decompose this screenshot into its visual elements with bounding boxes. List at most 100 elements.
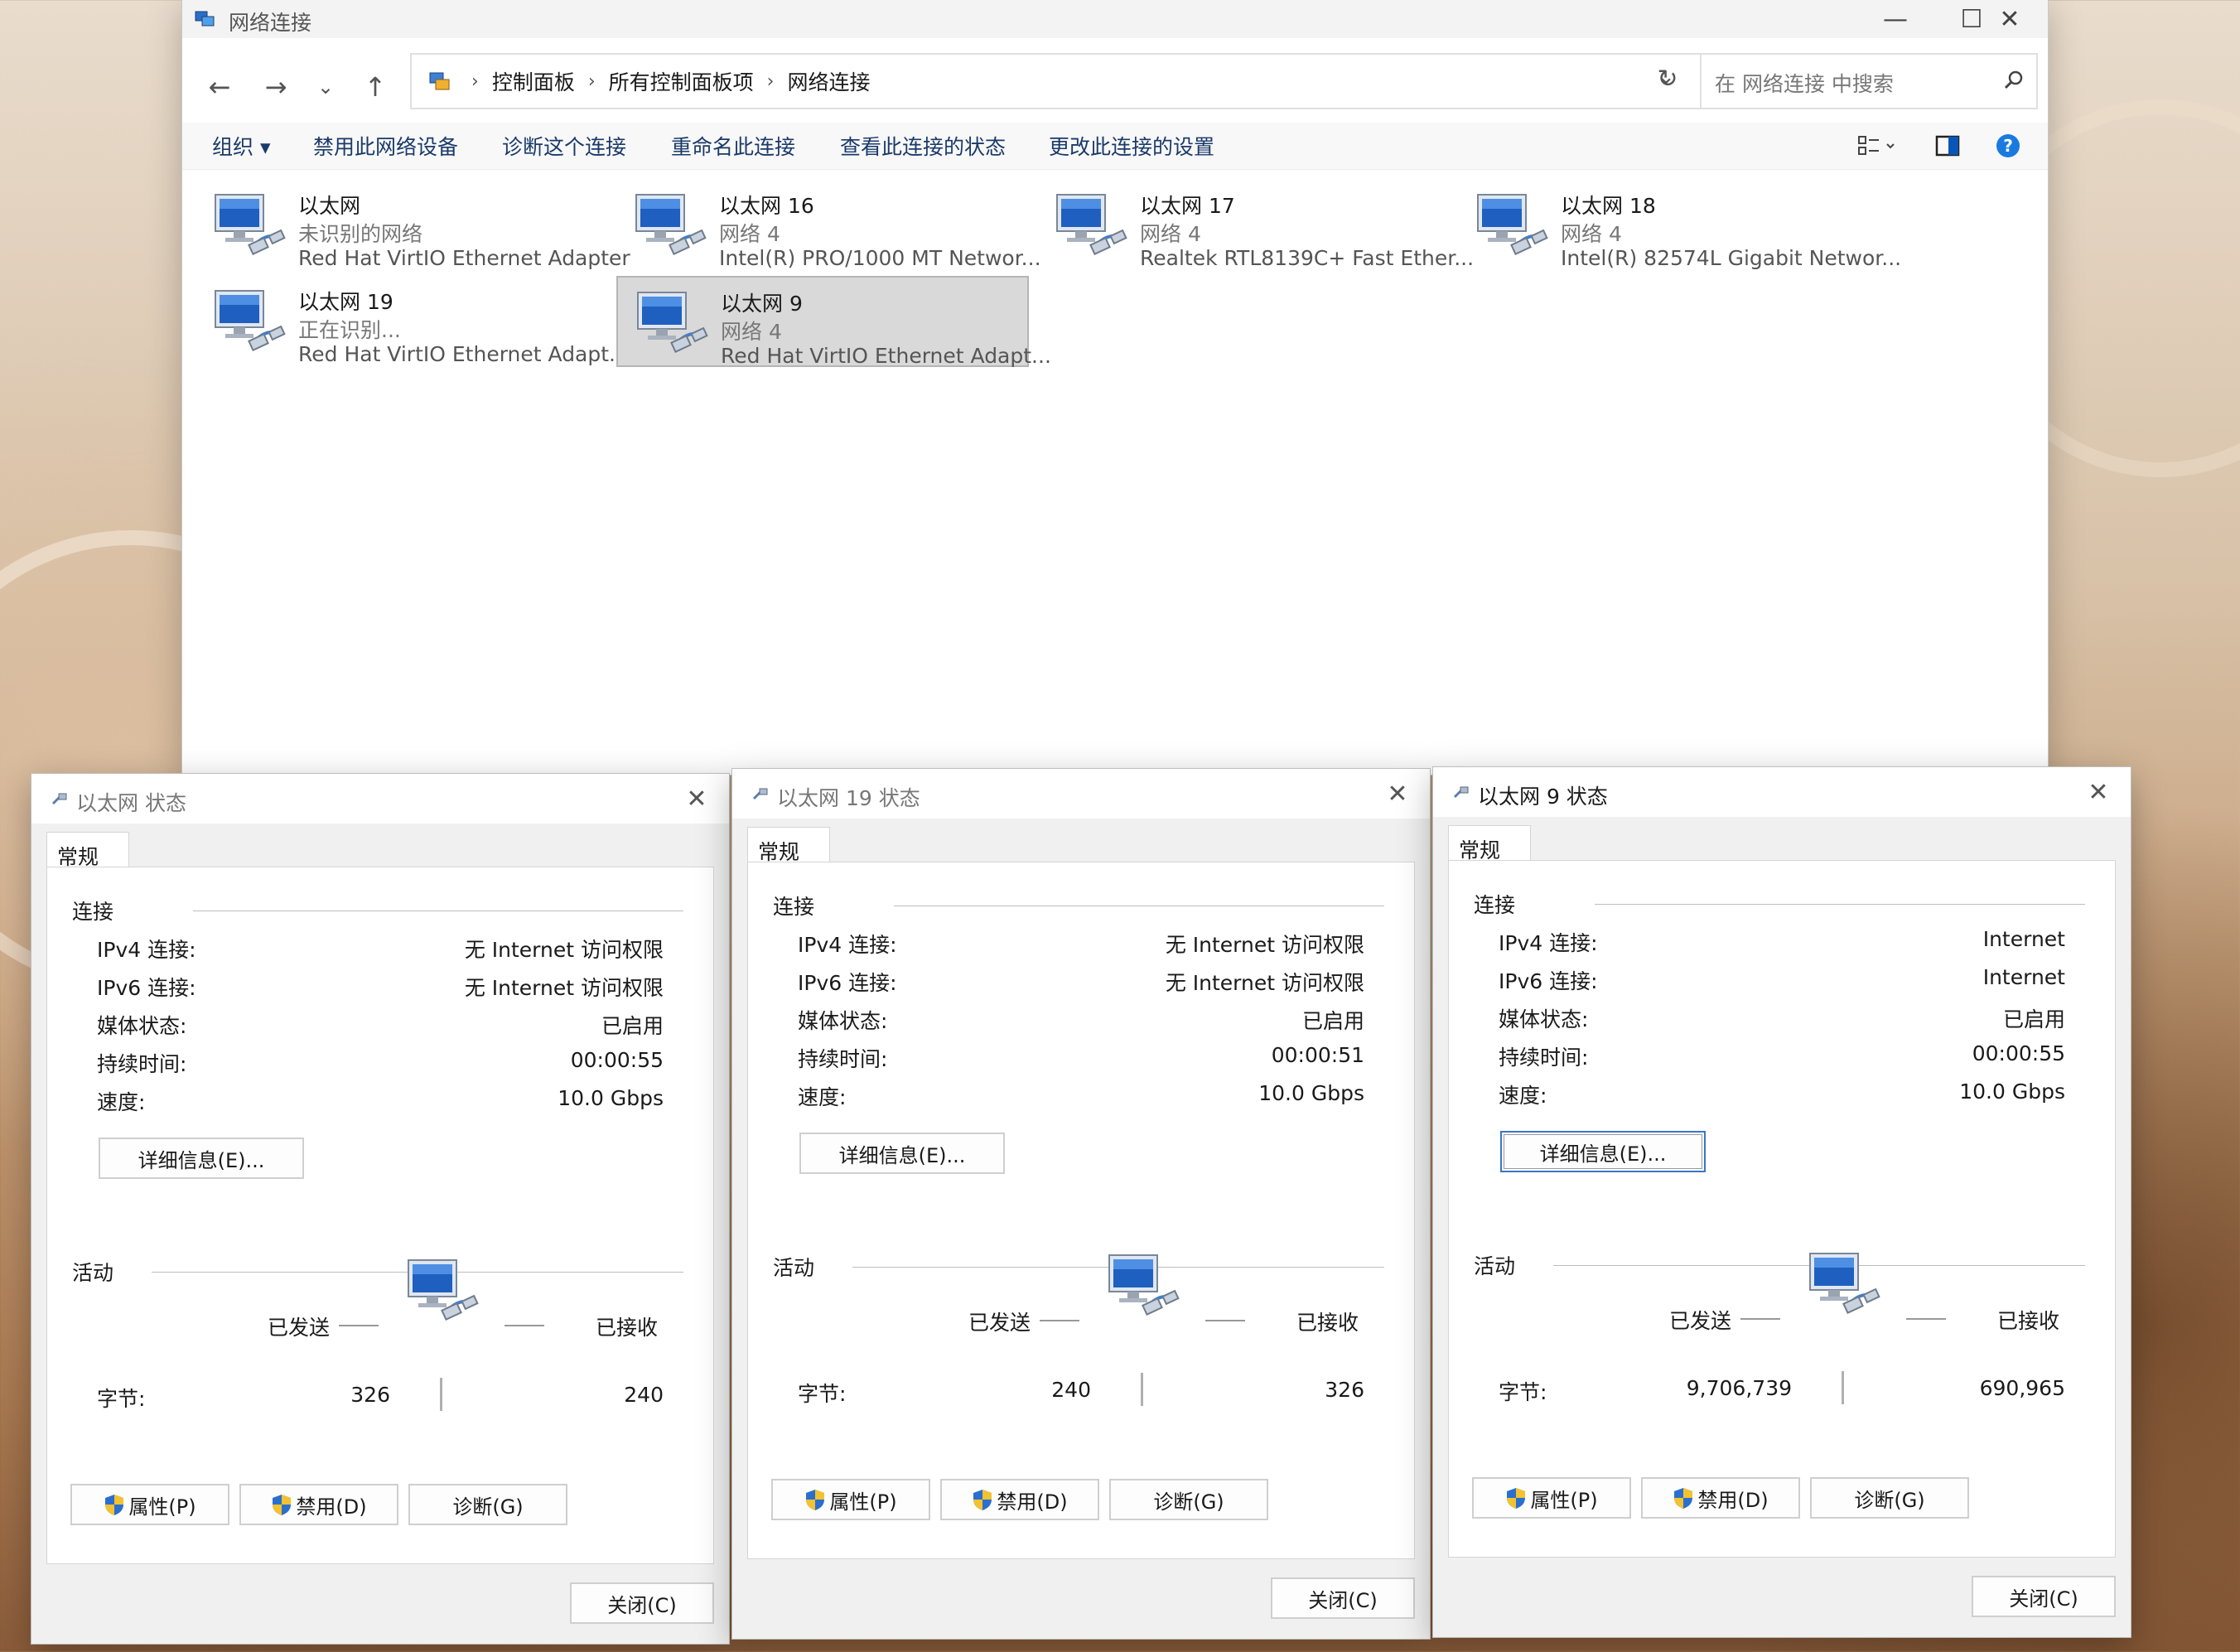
tab-general[interactable]: 常规 [747, 827, 830, 864]
connection-network: 网络 4 [1140, 222, 1201, 246]
search-placeholder: 在 网络连接 中搜索 [1715, 72, 1894, 96]
breadcrumb: › 控制面板 › 所有控制面板项 › 网络连接 [428, 55, 870, 108]
duration-row: 持续时间: 00:00:51 [798, 1043, 1364, 1071]
disable-button[interactable]: 禁用(D) [940, 1479, 1099, 1520]
connection-item[interactable]: 以太网 9 网络 4 Red Hat VirtIO Ethernet Adapt..… [616, 276, 1051, 368]
change-settings-command[interactable]: 更改此连接的设置 [1049, 131, 1214, 161]
address-bar[interactable]: › 控制面板 › 所有控制面板项 › 网络连接 ⌄ [410, 53, 1718, 109]
control-panel-icon [429, 72, 450, 90]
view-options-icon[interactable] [1857, 134, 1895, 157]
activity-group-label: 活动 [72, 1261, 114, 1285]
tab-bar: 常规 [1448, 825, 2116, 862]
details-button[interactable]: 详细信息(E)... [799, 1133, 1005, 1174]
disable-button[interactable]: 禁用(D) [1641, 1477, 1800, 1519]
tab-general[interactable]: 常规 [46, 832, 129, 869]
disable-label: 禁用(D) [997, 1490, 1068, 1514]
received-line [1205, 1320, 1245, 1321]
connection-item[interactable]: 以太网 16 网络 4 Intel(R) PRO/1000 MT Networ... [616, 180, 1041, 271]
speed-value: 10.0 Gbps [1258, 1081, 1364, 1105]
connection-adapter: Intel(R) 82574L Gigabit Networ... [1561, 246, 1902, 270]
breadcrumb-item[interactable]: 所有控制面板项 [609, 66, 754, 96]
back-button[interactable]: ← [199, 66, 240, 108]
connection-item[interactable]: 以太网 18 网络 4 Intel(R) 82574L Gigabit Networ… [1458, 180, 1901, 271]
diagnose-button[interactable]: 诊断(G) [1810, 1477, 1969, 1519]
preview-pane-icon[interactable] [1935, 134, 1960, 157]
media-state-label: 媒体状态: [1499, 1007, 1589, 1031]
network-adapter-icon [215, 194, 286, 255]
close-button[interactable]: ✕ [1972, 0, 2048, 38]
close-dialog-button[interactable]: 关闭(C) [570, 1582, 714, 1624]
dialog-title-bar: 以太网 19 状态 ✕ [732, 769, 1430, 819]
network-adapter-icon [215, 290, 286, 351]
status-dialog-ethernet-9: 以太网 9 状态 ✕ 常规 连接 IPv4 连接: Internet IPv6 … [1433, 767, 2131, 1637]
details-button[interactable]: 详细信息(E)... [99, 1138, 304, 1179]
media-state-row: 媒体状态: 已启用 [97, 1010, 664, 1038]
disable-label: 禁用(D) [1697, 1488, 1769, 1512]
uac-shield-icon [273, 1495, 292, 1515]
recent-chevron-icon[interactable]: ⌄ [305, 66, 346, 108]
breadcrumb-separator: › [766, 70, 775, 92]
bytes-divider [440, 1378, 442, 1411]
connection-name: 以太网 16 [719, 194, 814, 218]
speed-value: 10.0 Gbps [558, 1086, 664, 1110]
bytes-label: 字节: [1499, 1380, 1547, 1404]
properties-button[interactable]: 属性(P) [771, 1479, 930, 1520]
media-state-row: 媒体状态: 已启用 [1499, 1003, 2065, 1031]
connection-name: 以太网 9 [721, 292, 803, 316]
rename-command[interactable]: 重命名此连接 [671, 131, 795, 161]
duration-value: 00:00:51 [1271, 1043, 1364, 1067]
search-box[interactable]: 在 网络连接 中搜索 [1700, 53, 2038, 109]
up-button[interactable]: ↑ [355, 66, 396, 108]
tab-general[interactable]: 常规 [1448, 825, 1531, 862]
dialog-close-icon[interactable]: ✕ [1377, 775, 1418, 812]
disable-button[interactable]: 禁用(D) [239, 1484, 398, 1525]
minimize-button[interactable]: — [1857, 0, 1933, 38]
disable-device-command[interactable]: 禁用此网络设备 [313, 131, 458, 161]
received-label: 已接收 [1997, 1309, 2060, 1333]
breadcrumb-item[interactable]: 网络连接 [787, 66, 870, 96]
details-button[interactable]: 详细信息(E)... [1500, 1131, 1706, 1172]
help-icon[interactable]: ? [1995, 133, 2021, 159]
diagnose-button[interactable]: 诊断(G) [1109, 1479, 1268, 1520]
dialog-close-icon[interactable]: ✕ [676, 780, 717, 817]
diagnose-button[interactable]: 诊断(G) [408, 1484, 567, 1525]
connection-item[interactable]: 以太网 19 正在识别... Red Hat VirtIO Ethernet Ada… [196, 276, 629, 367]
refresh-button[interactable]: ↻ [1647, 58, 1688, 99]
network-connections-icon [195, 11, 215, 27]
activity-group-label: 活动 [1474, 1254, 1516, 1278]
ipv6-value: 无 Internet 访问权限 [1165, 971, 1364, 995]
speed-row: 速度: 10.0 Gbps [1499, 1080, 2065, 1108]
dialog-close-icon[interactable]: ✕ [2078, 774, 2119, 810]
ipv4-row: IPv4 连接: 无 Internet 访问权限 [97, 934, 664, 962]
svg-text:?: ? [2003, 136, 2013, 156]
ipv6-label: IPv6 连接: [97, 976, 196, 1000]
network-adapter-icon [1056, 194, 1127, 255]
window-title: 网络连接 [229, 11, 312, 35]
activity-group-label: 活动 [773, 1256, 815, 1280]
speed-label: 速度: [1499, 1084, 1547, 1108]
duration-label: 持续时间: [97, 1052, 187, 1076]
connection-item[interactable]: 以太网 未识别的网络 Red Hat VirtIO Ethernet Adapter [196, 180, 630, 271]
diagnose-command[interactable]: 诊断这个连接 [502, 131, 626, 161]
connection-network: 网络 4 [719, 222, 780, 246]
close-dialog-button[interactable]: 关闭(C) [1972, 1576, 2116, 1617]
received-bytes-value: 690,965 [1979, 1376, 2065, 1400]
close-dialog-button[interactable]: 关闭(C) [1271, 1577, 1415, 1619]
connection-group-label: 连接 [72, 900, 114, 924]
sent-line [1040, 1320, 1079, 1321]
bytes-label: 字节: [97, 1387, 146, 1411]
properties-button[interactable]: 属性(P) [70, 1484, 229, 1525]
status-dialog-ethernet: 以太网 状态 ✕ 常规 连接 IPv4 连接: 无 Internet 访问权限 … [31, 774, 729, 1644]
sent-label: 已发送 [968, 1311, 1031, 1335]
dialog-title: 以太网 9 状态 [1478, 785, 1608, 809]
breadcrumb-item[interactable]: 控制面板 [492, 66, 575, 96]
network-adapter-icon [635, 194, 707, 255]
forward-button[interactable]: → [255, 66, 297, 108]
properties-button[interactable]: 属性(P) [1472, 1477, 1631, 1519]
ipv4-label: IPv4 连接: [798, 933, 897, 957]
connection-item[interactable]: 以太网 17 网络 4 Realtek RTL8139C+ Fast Ether..… [1037, 180, 1474, 271]
general-panel: 连接 IPv4 连接: 无 Internet 访问权限 IPv6 连接: 无 I… [46, 867, 714, 1564]
organize-menu[interactable]: 组织 ▾ [212, 131, 271, 161]
network-cable-icon [1453, 786, 1469, 799]
view-status-command[interactable]: 查看此连接的状态 [840, 131, 1006, 161]
